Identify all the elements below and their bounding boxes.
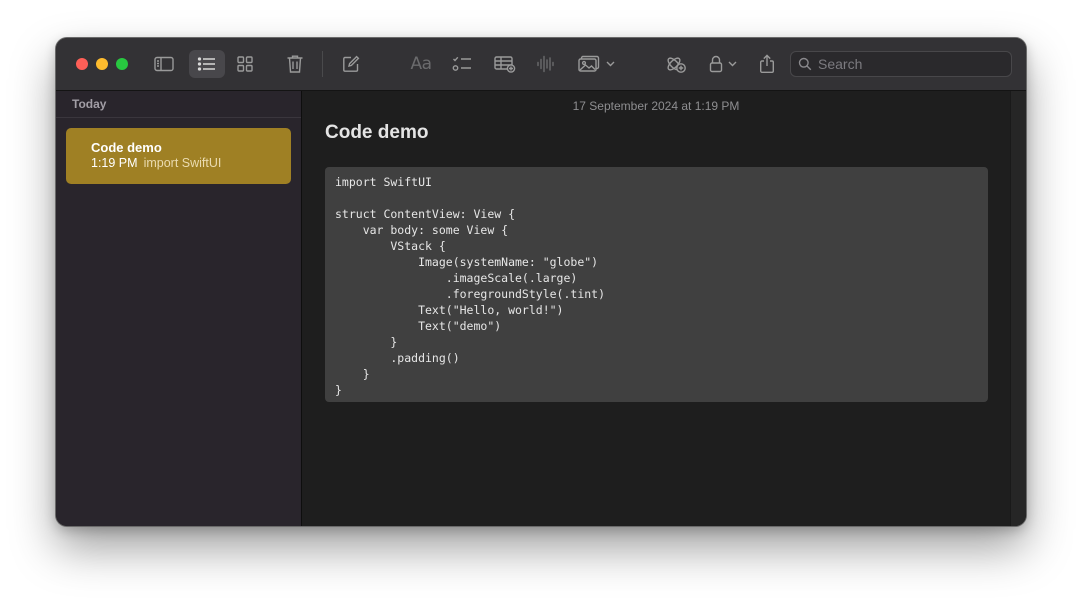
share-button[interactable] — [756, 50, 778, 78]
notes-window: Aa Search Today Code demo 1:19 PM import… — [56, 38, 1026, 526]
search-input[interactable] — [818, 56, 998, 72]
waveform-icon — [536, 55, 554, 73]
format-text-button[interactable]: Aa — [407, 50, 435, 78]
note-editor[interactable]: 17 September 2024 at 1:19 PM Code demo i… — [302, 91, 1026, 526]
list-view-button[interactable] — [189, 50, 225, 78]
grid-icon — [236, 55, 254, 73]
delete-note-button[interactable] — [283, 50, 307, 78]
zoom-window-button[interactable] — [116, 58, 128, 70]
toolbar-divider — [322, 51, 323, 77]
compose-icon — [342, 55, 360, 73]
section-header-today: Today — [72, 97, 107, 111]
note-list-item-time: 1:19 PM — [91, 156, 138, 170]
list-icon — [197, 56, 217, 72]
section-divider — [56, 117, 301, 118]
collaborate-icon — [665, 54, 687, 74]
checklist-icon — [452, 55, 472, 73]
note-date: 17 September 2024 at 1:19 PM — [572, 99, 740, 113]
checklist-button[interactable] — [450, 50, 474, 78]
chevron-down-icon — [728, 61, 737, 67]
photo-icon — [577, 55, 600, 73]
minimize-window-button[interactable] — [96, 58, 108, 70]
collaborate-button[interactable] — [664, 50, 688, 78]
note-list-item-preview: import SwiftUI — [143, 156, 222, 170]
toolbar: Aa — [56, 38, 1026, 91]
text-format-icon: Aa — [410, 54, 432, 74]
chevron-down-icon — [606, 61, 615, 67]
code-block[interactable]: import SwiftUI struct ContentView: View … — [325, 167, 988, 402]
share-icon — [759, 54, 775, 74]
note-title[interactable]: Code demo — [325, 122, 428, 144]
scrollbar[interactable] — [1010, 91, 1026, 526]
gallery-view-button[interactable] — [232, 50, 258, 78]
trash-icon — [286, 54, 304, 74]
search-icon — [798, 57, 812, 71]
lock-note-button[interactable] — [705, 50, 741, 78]
lock-icon — [709, 55, 723, 73]
sidebar-toggle-button[interactable] — [150, 50, 178, 78]
note-list-item[interactable]: Code demo 1:19 PM import SwiftUI — [66, 128, 291, 184]
insert-media-button[interactable] — [574, 50, 618, 78]
close-window-button[interactable] — [76, 58, 88, 70]
insert-table-button[interactable] — [492, 50, 518, 78]
new-note-button[interactable] — [339, 50, 363, 78]
code-text[interactable]: import SwiftUI struct ContentView: View … — [335, 174, 978, 398]
search-field[interactable] — [790, 51, 1012, 77]
notes-sidebar: Today Code demo 1:19 PM import SwiftUI — [56, 91, 302, 526]
note-list-item-meta: 1:19 PM import SwiftUI — [91, 156, 221, 170]
table-icon — [494, 55, 516, 73]
note-list-item-title: Code demo — [91, 140, 162, 155]
sidebar-icon — [154, 56, 174, 72]
record-audio-button[interactable] — [534, 50, 556, 78]
